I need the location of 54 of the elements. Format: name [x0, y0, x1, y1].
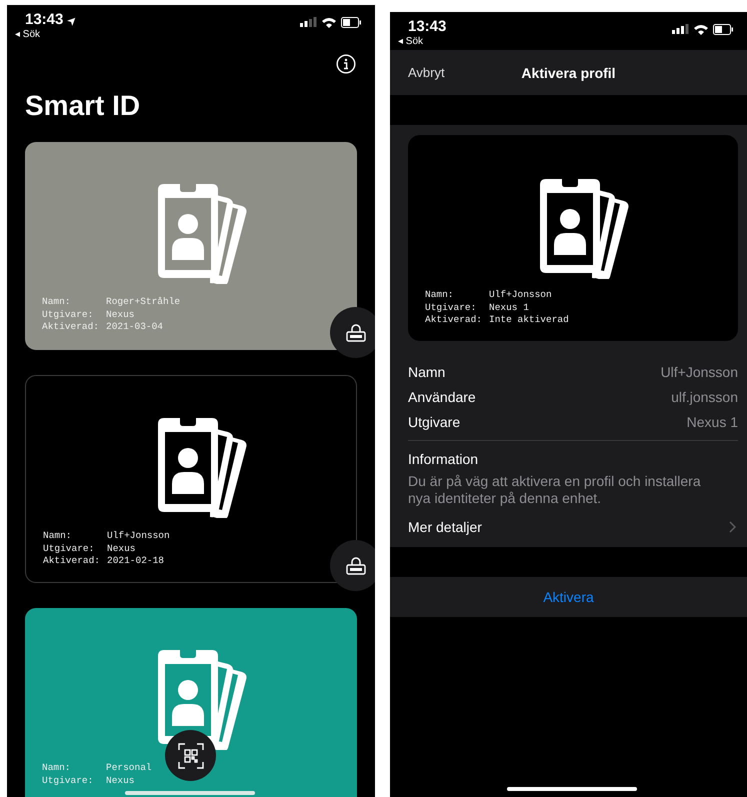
field-value: Nexus 1	[489, 302, 529, 314]
padlock-icon	[346, 556, 366, 574]
field-value: 2021-02-18	[107, 555, 164, 568]
field-label: Aktiverad:	[43, 555, 102, 568]
field-value: Personal	[106, 762, 152, 774]
field-value: Inte aktiverad	[489, 314, 569, 326]
field-label: Namn:	[42, 296, 72, 308]
detail-value: ulf.jonsson	[671, 388, 738, 404]
lock-button[interactable]	[330, 540, 375, 591]
detail-label: Användare	[408, 388, 476, 404]
detail-label: Namn	[408, 364, 446, 380]
page-title: Smart ID	[25, 90, 142, 122]
back-link[interactable]: ◂ Sök	[398, 35, 446, 47]
chevron-right-icon	[729, 521, 736, 533]
battery-icon	[713, 24, 733, 35]
more-details-row[interactable]: Mer detaljer	[408, 507, 738, 547]
field-value: Nexus	[106, 774, 135, 787]
detail-label: Utgivare	[408, 414, 460, 430]
field-label: Utgivare:	[42, 774, 94, 787]
status-time: 13:43	[408, 18, 446, 35]
field-value: Ulf+Jonsson	[489, 289, 552, 302]
information-heading: Information	[408, 451, 478, 467]
screen-title: Aktivera profil	[521, 64, 616, 80]
padlock-icon	[346, 324, 366, 342]
field-label: Aktiverad:	[42, 321, 100, 334]
detail-value: Ulf+Jonsson	[660, 364, 738, 380]
detail-value: Nexus 1	[686, 414, 738, 430]
status-time: 13:43 ➤	[25, 11, 76, 28]
wifi-icon	[322, 17, 336, 28]
field-label: Utgivare:	[43, 542, 96, 555]
field-value: Ulf+Jonsson	[107, 530, 170, 542]
lock-button[interactable]	[330, 307, 375, 358]
field-label: Utgivare:	[42, 308, 94, 321]
field-value: Roger+Stråhle	[106, 296, 180, 308]
back-link[interactable]: ◂ Sök	[15, 28, 76, 40]
signal-icon	[672, 24, 689, 35]
info-icon[interactable]	[336, 54, 356, 74]
field-label: Aktiverad:	[425, 314, 484, 326]
field-value: Nexus	[107, 542, 136, 555]
activate-button[interactable]: Aktivera	[390, 577, 747, 617]
field-value: 2021-03-04	[106, 321, 164, 334]
information-text: Du är på väg att aktivera en profil och installera nya identiteter på denna enhet.	[408, 473, 702, 507]
field-value: Nexus	[106, 308, 135, 321]
id-card[interactable]: Namn: Ulf+Jonsson Utgivare: Nexus Aktiverad: 2021-02-18	[25, 375, 357, 583]
more-details-label: Mer detaljer	[408, 519, 482, 535]
battery-icon	[341, 17, 361, 28]
field-label: Namn:	[42, 762, 72, 774]
wifi-icon	[694, 24, 708, 35]
signal-icon	[300, 17, 317, 28]
cancel-button[interactable]: Avbryt	[408, 65, 445, 80]
field-label: Utgivare:	[425, 302, 478, 314]
qr-scan-icon	[178, 742, 204, 768]
field-label: Namn:	[43, 530, 73, 542]
field-label: Namn:	[425, 289, 455, 302]
